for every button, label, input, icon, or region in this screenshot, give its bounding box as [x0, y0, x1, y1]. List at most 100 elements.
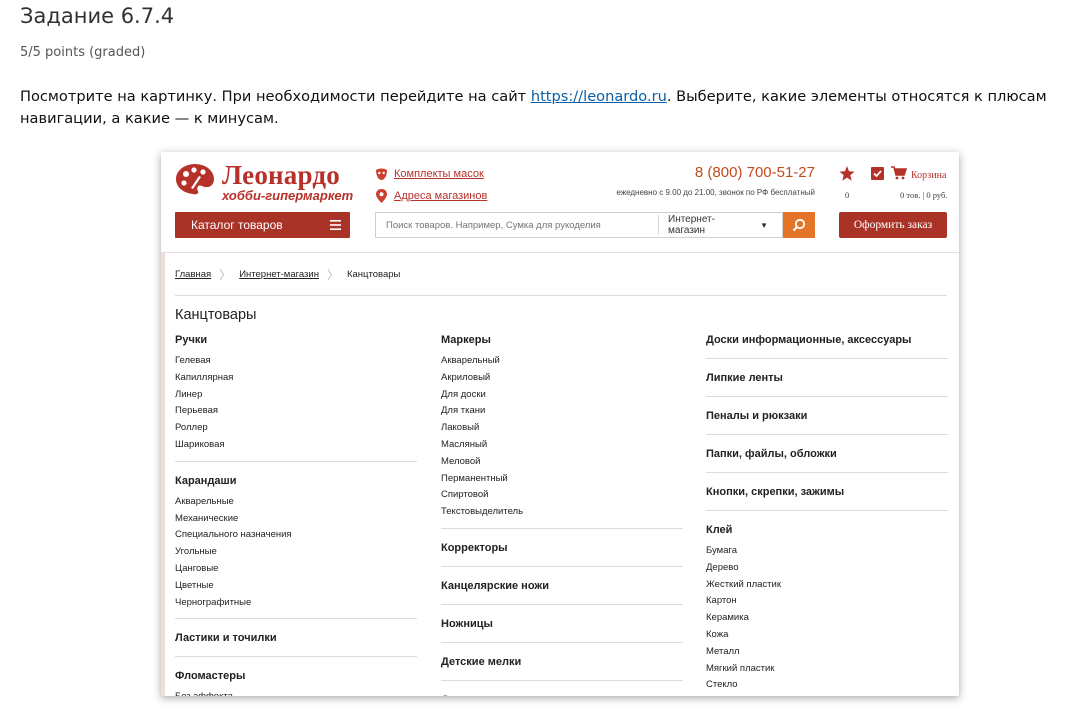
left-edge-decoration: [161, 252, 165, 696]
catalog-button[interactable]: Каталог товаров: [175, 212, 350, 238]
catalog-item-list: Бумага Дерево Жесткий пластик Картон Керамик…: [706, 543, 948, 696]
catalog-item[interactable]: Кожа: [706, 627, 948, 644]
catalog-item-list: Без эффекта: [175, 689, 417, 696]
task-text: Посмотрите на картинку. При необходимост…: [20, 86, 1065, 130]
catalog-item[interactable]: Текстовыделитель: [441, 504, 683, 521]
page-title: Канцтовары: [175, 307, 257, 323]
favorites-star-icon[interactable]: [839, 166, 855, 181]
catalog-item[interactable]: Жесткий пластик: [706, 577, 948, 594]
stores-link-row[interactable]: Адреса магазинов: [375, 186, 487, 206]
compare-checkbox-icon[interactable]: [871, 167, 884, 180]
site-header: Леонардо хобби-гипермаркет Комплекты мас…: [161, 152, 959, 253]
catalog-group: Ластики и точилки: [175, 631, 417, 645]
catalog-group-title[interactable]: Маркеры: [441, 333, 683, 347]
catalog-item[interactable]: Лаковый: [441, 420, 683, 437]
catalog-item[interactable]: Цветные: [175, 578, 417, 595]
catalog-item[interactable]: Спиртовой: [441, 487, 683, 504]
catalog-item[interactable]: Акварельный: [441, 353, 683, 370]
catalog-group-title[interactable]: Фломастеры: [175, 669, 417, 683]
catalog-item[interactable]: Металл: [706, 644, 948, 661]
catalog-item[interactable]: Гелевая: [175, 353, 417, 370]
catalog-item[interactable]: Мягкий пластик: [706, 661, 948, 678]
breadcrumb-home[interactable]: Главная: [175, 269, 211, 280]
stores-link[interactable]: Адреса магазинов: [394, 190, 487, 202]
logo-title: Леонардо: [222, 160, 340, 190]
breadcrumb-current: Канцтовары: [346, 269, 401, 280]
masks-link[interactable]: Комплекты масок: [394, 168, 484, 180]
catalog-group: Карандаши Акварельные Механические Специаль…: [175, 474, 417, 612]
catalog-group-title[interactable]: Папки, файлы, обложки: [706, 447, 948, 461]
catalog-item[interactable]: Керамика: [706, 610, 948, 627]
catalog-item[interactable]: Чернографитные: [175, 595, 417, 612]
catalog-item[interactable]: Специального назначения: [175, 527, 417, 544]
search-scope-value: Интернет-магазин: [668, 214, 715, 236]
catalog-item[interactable]: Для ткани: [441, 403, 683, 420]
catalog-group-title[interactable]: Степлеры и дыроколы: [441, 693, 683, 696]
catalog-item[interactable]: Ткань: [706, 694, 948, 696]
site-logo: Леонардо хобби-гипермаркет: [175, 160, 353, 203]
catalog-button-label: Каталог товаров: [191, 218, 283, 232]
catalog-item[interactable]: Угольные: [175, 544, 417, 561]
catalog-group-title[interactable]: Липкие ленты: [706, 371, 948, 385]
catalog-group-title[interactable]: Ластики и точилки: [175, 631, 417, 645]
catalog-item[interactable]: Цанговые: [175, 561, 417, 578]
place-order-button[interactable]: Оформить заказ: [839, 212, 947, 238]
catalog-group: Степлеры и дыроколы: [441, 693, 683, 696]
catalog-group: Маркеры Акварельный Акриловый Для доски Для …: [441, 333, 683, 521]
favorites-count: 0: [845, 190, 850, 200]
catalog-group: Ручки Гелевая Капиллярная Линер Перьевая Ролл…: [175, 333, 417, 454]
search-bar: Интернет-магазин ▼: [375, 212, 783, 238]
task-points: 5/5 points (graded): [20, 45, 146, 60]
catalog-item[interactable]: Без эффекта: [175, 689, 417, 696]
catalog-item[interactable]: Масляный: [441, 437, 683, 454]
catalog-item[interactable]: Меловой: [441, 454, 683, 471]
cart-icon[interactable]: [891, 166, 907, 180]
catalog-group-title[interactable]: Ножницы: [441, 617, 683, 631]
catalog-group-title[interactable]: Канцелярские ножи: [441, 579, 683, 593]
catalog-item[interactable]: Линер: [175, 387, 417, 404]
cart-label[interactable]: Корзина: [911, 170, 946, 181]
catalog-group-title[interactable]: Доски информационные, аксессуары: [706, 333, 948, 347]
leonardo-link[interactable]: https://leonardo.ru: [531, 88, 667, 105]
catalog-group: Кнопки, скрепки, зажимы: [706, 485, 948, 499]
catalog-item[interactable]: Картон: [706, 593, 948, 610]
catalog-item[interactable]: Акварельные: [175, 494, 417, 511]
cart-summary: 0 тов. | 0 руб.: [900, 190, 948, 200]
catalog-group-title[interactable]: Ручки: [175, 333, 417, 347]
search-button[interactable]: [783, 212, 815, 238]
catalog-group-title[interactable]: Корректоры: [441, 541, 683, 555]
catalog-item[interactable]: Стекло: [706, 677, 948, 694]
catalog-group: Корректоры: [441, 541, 683, 555]
catalog-group-title[interactable]: Пеналы и рюкзаки: [706, 409, 948, 423]
catalog-group-title[interactable]: Клей: [706, 523, 948, 537]
catalog-item[interactable]: Акриловый: [441, 370, 683, 387]
breadcrumb-shop[interactable]: Интернет-магазин: [239, 269, 319, 280]
masks-link-row[interactable]: Комплекты масок: [375, 164, 487, 184]
catalog-item[interactable]: Дерево: [706, 560, 948, 577]
search-input[interactable]: [376, 218, 658, 232]
catalog-group-title[interactable]: Детские мелки: [441, 655, 683, 669]
catalog-group: Канцелярские ножи: [441, 579, 683, 593]
catalog-item[interactable]: Для доски: [441, 387, 683, 404]
search-scope-select[interactable]: Интернет-магазин ▼: [659, 214, 768, 236]
catalog-group-title[interactable]: Кнопки, скрепки, зажимы: [706, 485, 948, 499]
catalog-item[interactable]: Перманентный: [441, 471, 683, 488]
catalog-item[interactable]: Бумага: [706, 543, 948, 560]
catalog-item[interactable]: Шариковая: [175, 437, 417, 454]
catalog-item[interactable]: Роллер: [175, 420, 417, 437]
catalog-item[interactable]: Механические: [175, 511, 417, 528]
catalog-item-list: Акварельный Акриловый Для доски Для ткани Ла…: [441, 353, 683, 521]
catalog-group: Ножницы: [441, 617, 683, 631]
phone-number[interactable]: 8 (800) 700-51-27: [695, 164, 815, 181]
catalog-group-title[interactable]: Карандаши: [175, 474, 417, 488]
header-links: Комплекты масок Адреса магазинов: [375, 164, 487, 208]
catalog-item[interactable]: Перьевая: [175, 403, 417, 420]
catalog-item[interactable]: Капиллярная: [175, 370, 417, 387]
